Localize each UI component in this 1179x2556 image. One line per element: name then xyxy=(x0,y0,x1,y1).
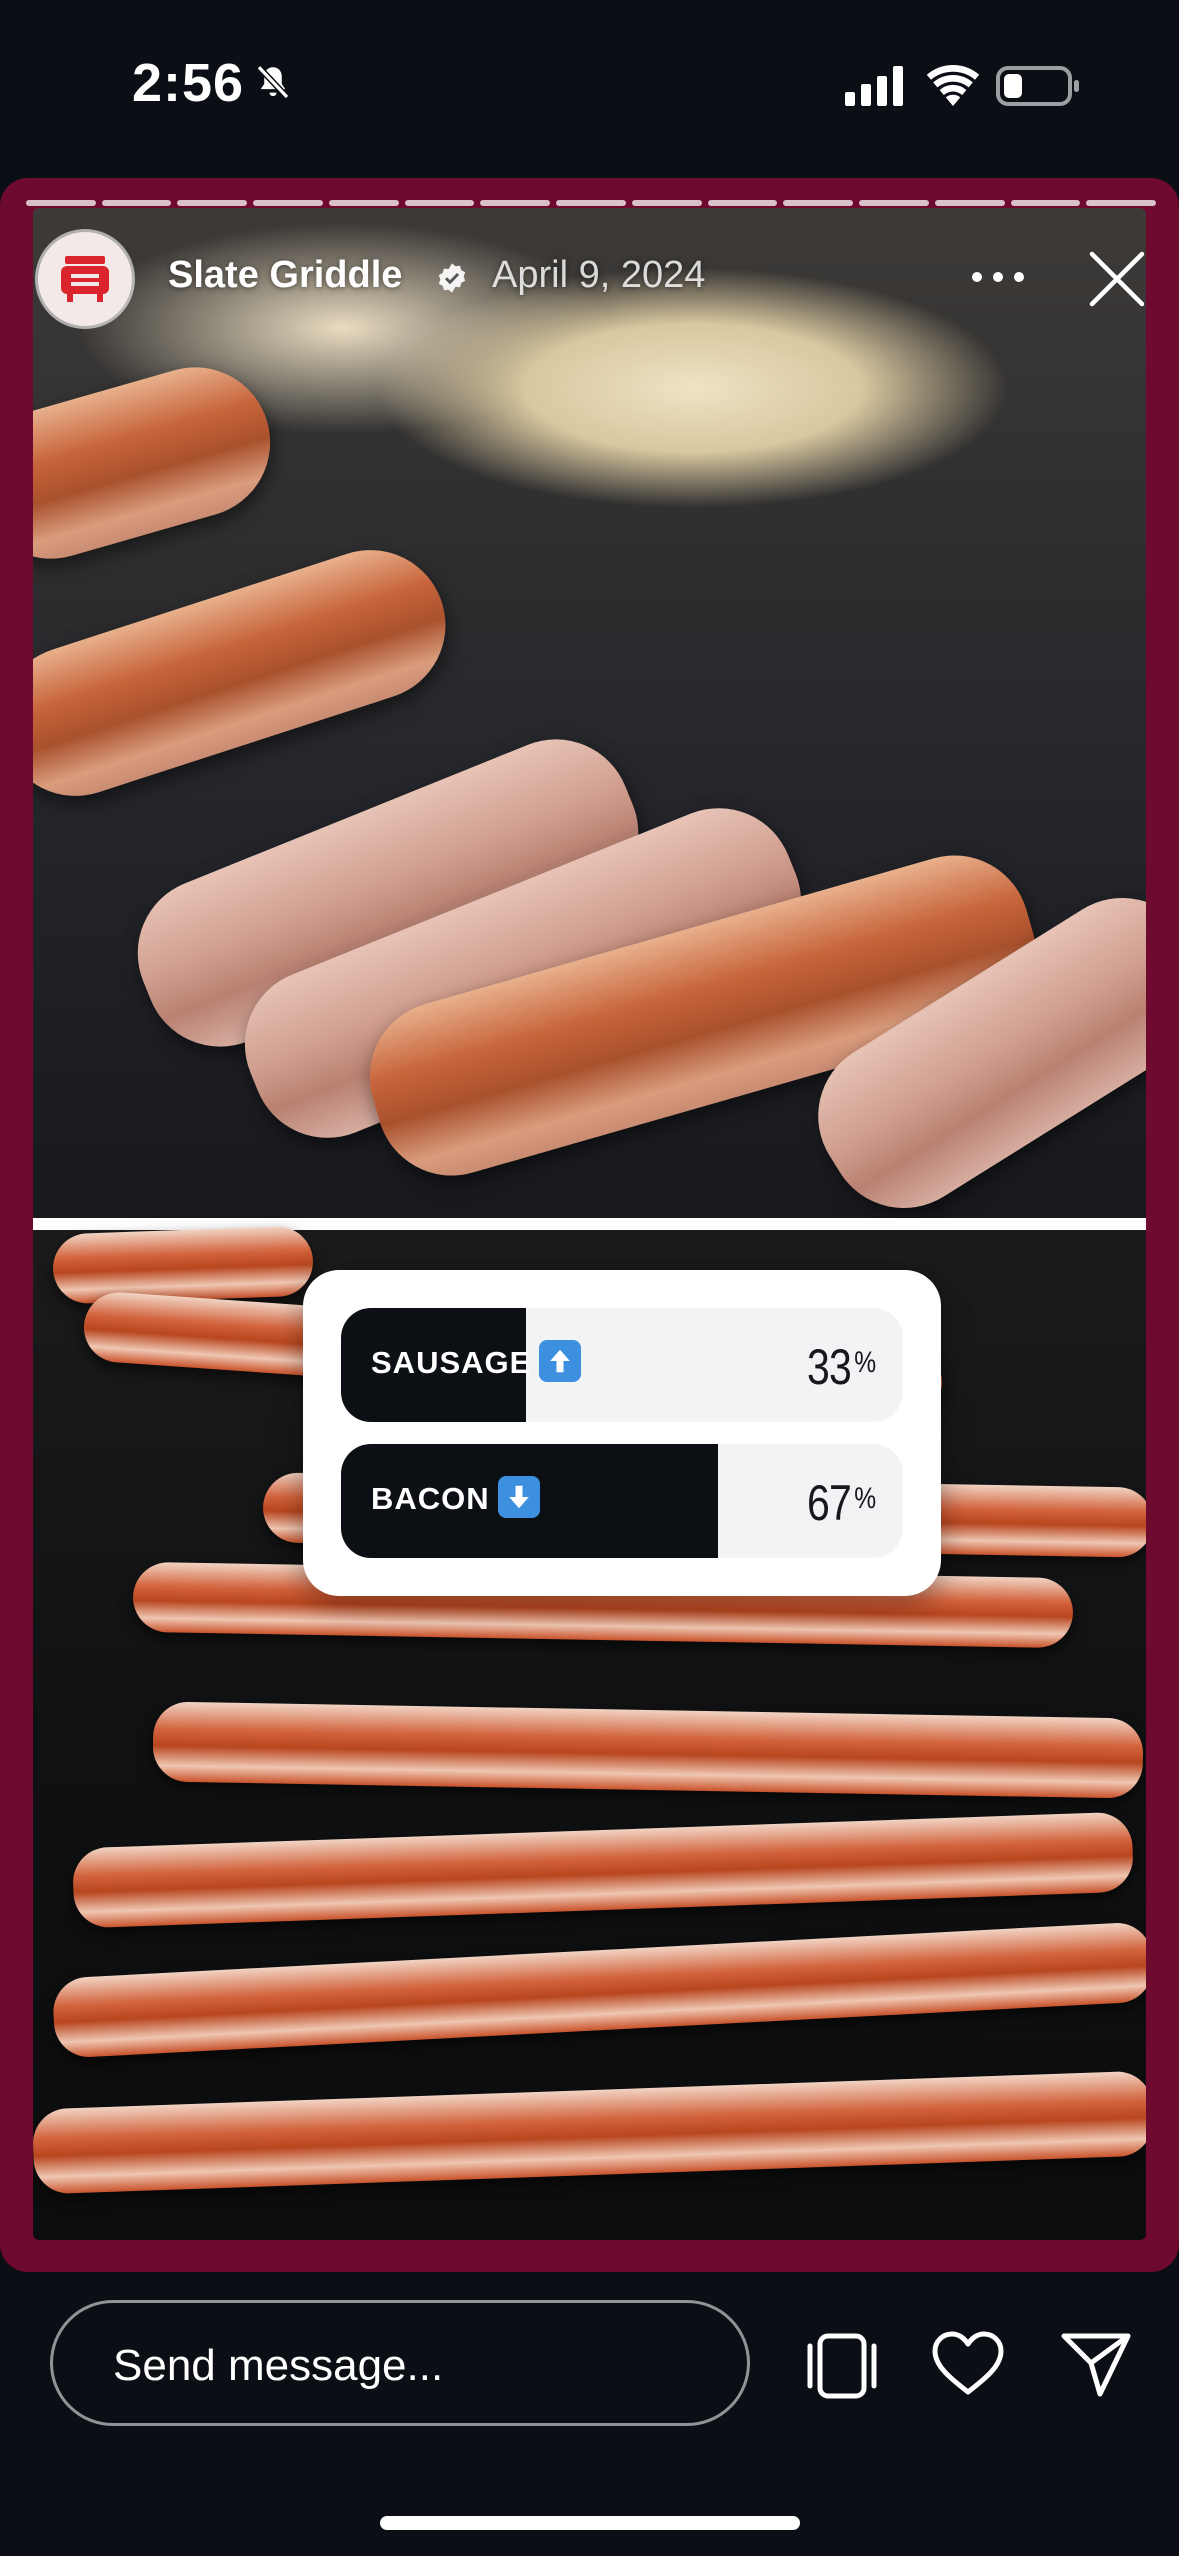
poll-option-label-wrap: BACON xyxy=(371,1476,540,1522)
poll-option-bacon[interactable]: BACON 67% xyxy=(341,1444,903,1558)
battery-icon xyxy=(996,66,1079,106)
progress-segment xyxy=(707,200,778,206)
bacon-strip xyxy=(51,1225,315,1305)
send-message-input[interactable]: Send message... xyxy=(50,2300,750,2426)
bacon-strip xyxy=(152,1701,1144,1799)
progress-segment xyxy=(177,200,248,206)
poll-percent: 33% xyxy=(806,1338,876,1396)
griddle-logo-icon xyxy=(61,256,109,302)
progress-segment xyxy=(859,200,929,206)
progress-segment xyxy=(934,200,1005,206)
status-time: 2:56 xyxy=(132,53,245,113)
progress-segment xyxy=(26,200,96,206)
sausage-photo xyxy=(33,208,1146,1237)
progress-segment xyxy=(783,200,854,206)
progress-segment xyxy=(631,200,702,206)
percent-symbol: % xyxy=(853,1346,876,1379)
poll-percent-value: 67 xyxy=(806,1475,852,1531)
progress-segment xyxy=(480,200,551,206)
poll-option-label: BACON xyxy=(371,1481,490,1517)
photo-divider xyxy=(33,1218,1146,1230)
sausage-link xyxy=(33,530,465,816)
close-icon[interactable] xyxy=(1086,248,1148,310)
progress-segment xyxy=(253,200,323,206)
avatar[interactable] xyxy=(38,232,132,326)
sausage-link xyxy=(33,349,288,577)
account-name[interactable]: Slate Griddle xyxy=(168,254,402,297)
poll-percent: 67% xyxy=(806,1474,876,1532)
cellular-signal-icon xyxy=(845,66,903,106)
more-options-icon[interactable] xyxy=(970,270,1026,284)
bacon-strip xyxy=(33,2070,1146,2195)
poll-percent-value: 33 xyxy=(806,1339,852,1395)
status-bar: 2:56 xyxy=(0,0,1179,170)
verified-badge-icon xyxy=(438,263,466,293)
home-indicator xyxy=(380,2516,800,2530)
repost-icon[interactable] xyxy=(806,2330,878,2402)
up-arrow-emoji xyxy=(539,1340,582,1382)
progress-segment xyxy=(1010,200,1081,206)
story-progress-bar xyxy=(26,200,1157,206)
poll-option-label: SAUSAGE xyxy=(371,1345,532,1381)
send-icon[interactable] xyxy=(1060,2330,1132,2398)
bacon-strip xyxy=(51,1921,1146,2059)
poll-option-label-wrap: SAUSAGE xyxy=(371,1340,582,1386)
progress-segment xyxy=(101,200,172,206)
progress-segment xyxy=(328,200,399,206)
post-date: April 9, 2024 xyxy=(492,254,706,296)
poll-option-sausage[interactable]: SAUSAGE 33% xyxy=(341,1308,903,1422)
story-media[interactable]: SAUSAGE 33% BACON 67% xyxy=(33,208,1146,2240)
bell-slash-icon xyxy=(256,65,290,100)
progress-segment xyxy=(1086,200,1157,206)
heart-icon[interactable] xyxy=(930,2330,1006,2398)
down-arrow-emoji xyxy=(497,1476,540,1518)
progress-segment xyxy=(556,200,626,206)
progress-segment xyxy=(404,200,475,206)
story-frame[interactable]: SAUSAGE 33% BACON 67% Slate Griddle Apri… xyxy=(0,178,1179,2272)
wifi-icon xyxy=(926,65,980,106)
message-placeholder: Send message... xyxy=(113,2341,444,2390)
bacon-strip xyxy=(71,1811,1135,1929)
poll-sticker: SAUSAGE 33% BACON 67% xyxy=(303,1270,941,1596)
percent-symbol: % xyxy=(853,1482,876,1515)
